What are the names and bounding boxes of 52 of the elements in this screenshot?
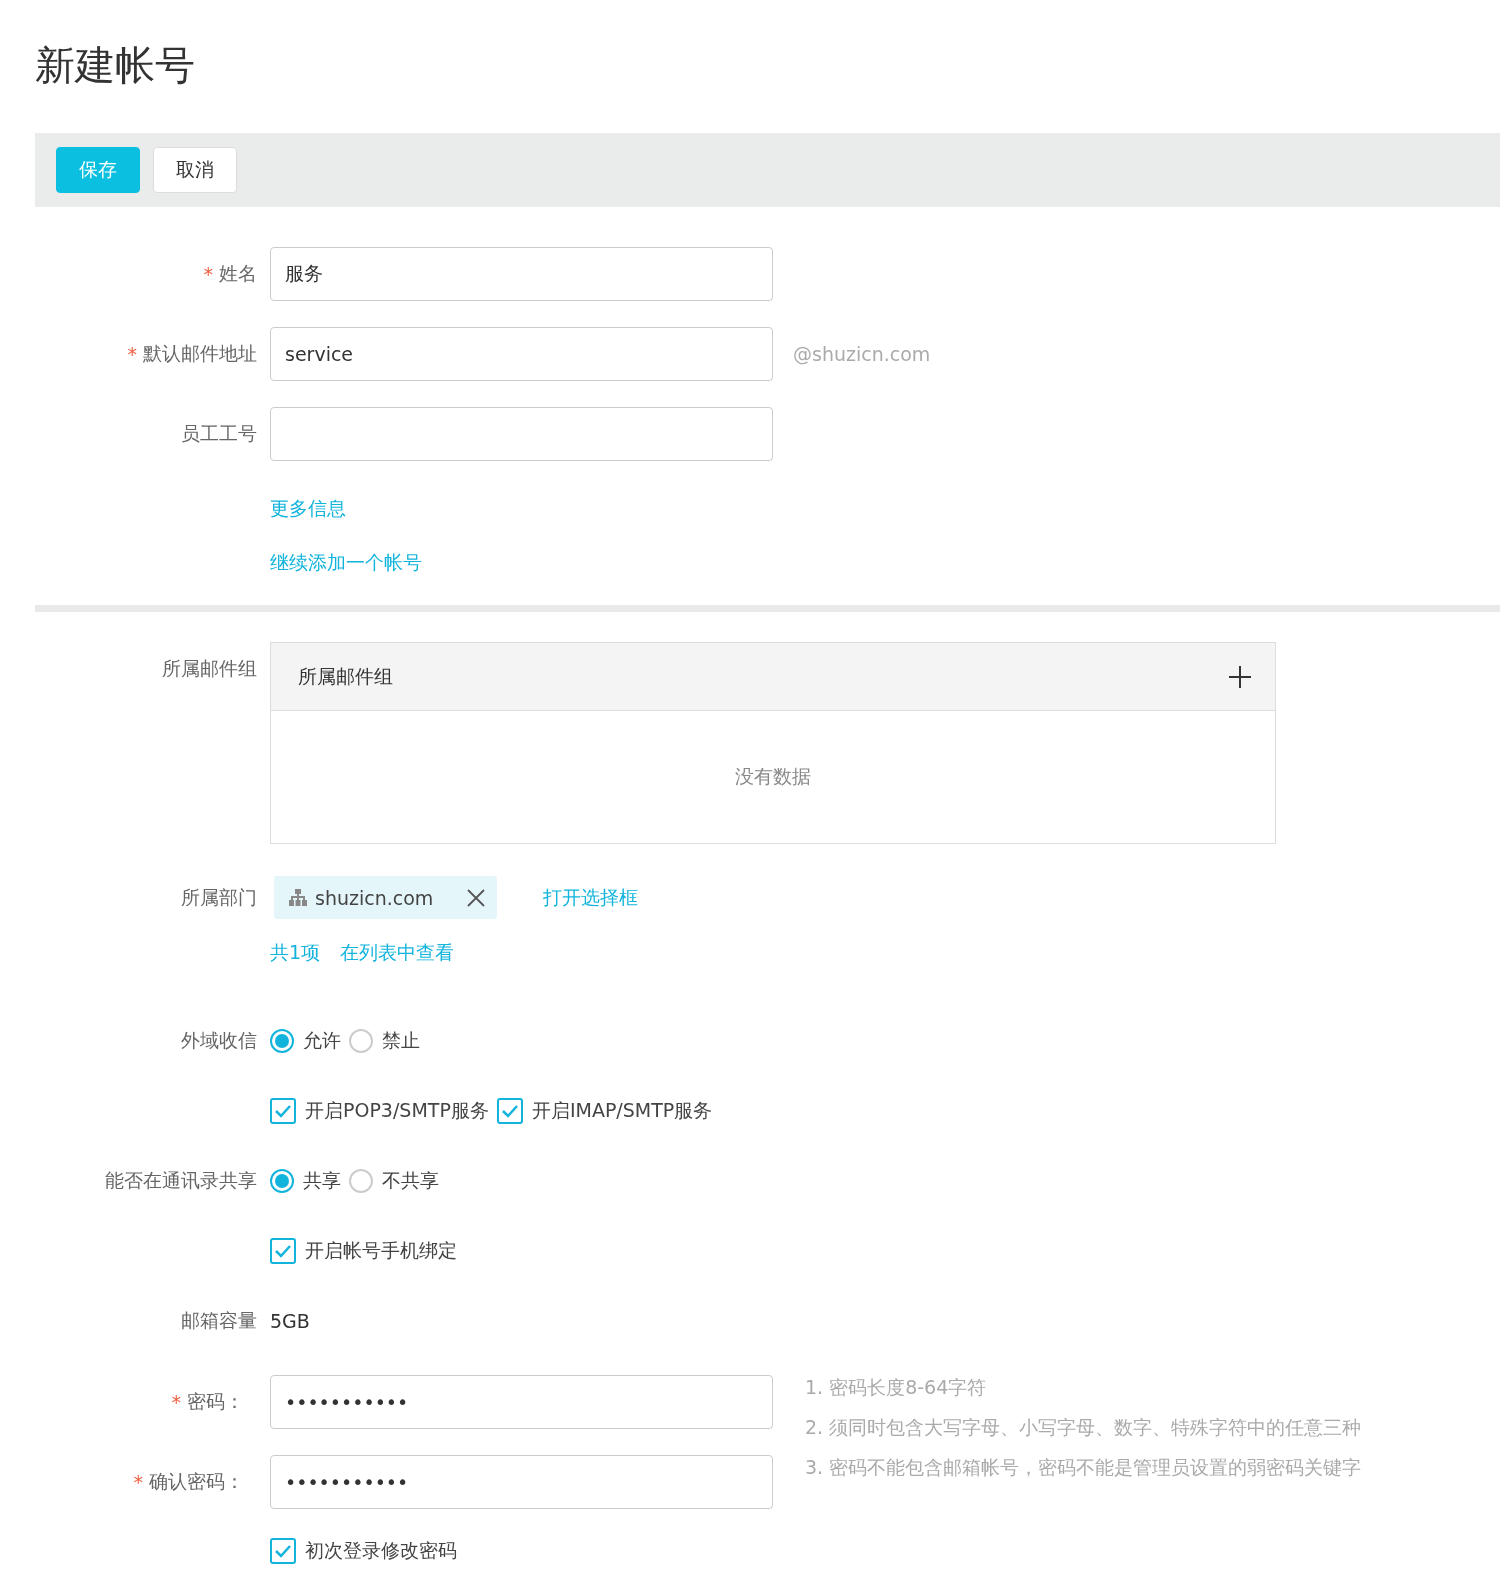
radio-option[interactable]: 不共享 (349, 1168, 439, 1194)
password-rule: 1. 密码长度8-64字符 (805, 1375, 988, 1400)
checkbox-option[interactable]: 开启POP3/SMTP服务 (270, 1098, 489, 1124)
radio-button[interactable] (349, 1029, 373, 1053)
field-label: 姓名 (219, 261, 257, 286)
checkbox[interactable] (270, 1538, 296, 1564)
field-label: 员工工号 (181, 421, 257, 446)
checkbox[interactable] (270, 1098, 296, 1124)
checkbox[interactable] (496, 1098, 523, 1124)
checkbox-option[interactable]: 开启IMAP/SMTP服务 (496, 1098, 713, 1124)
panel-title: 所属邮件组 (298, 663, 393, 689)
check-icon (274, 1544, 292, 1558)
field-label: 确认密码： (149, 1469, 244, 1494)
radio-button[interactable] (270, 1169, 294, 1193)
checkbox[interactable] (270, 1238, 296, 1264)
required-mark: * (127, 343, 137, 365)
field-label: 邮箱容量 (181, 1308, 257, 1333)
tag-label: shuzicn.com (315, 886, 434, 909)
radio-option[interactable]: 禁止 (349, 1028, 420, 1054)
field-label: 密码： (187, 1389, 244, 1414)
check-icon (274, 1244, 292, 1258)
check-icon (274, 1104, 292, 1118)
cancel-button[interactable]: 取消 (153, 147, 237, 193)
check-icon (500, 1104, 519, 1118)
checkbox-option[interactable]: 开启帐号手机绑定 (270, 1238, 457, 1264)
input-field[interactable] (270, 407, 773, 461)
domain-suffix: @shuzicn.com (793, 343, 931, 365)
radio-button[interactable] (270, 1029, 294, 1053)
close-icon[interactable] (467, 888, 486, 907)
field-label: 所属邮件组 (162, 656, 257, 681)
field-label: 外域收信 (181, 1028, 257, 1053)
password-field[interactable]: ••••••••••• (270, 1455, 773, 1509)
password-rule: 3. 密码不能包含邮箱帐号，密码不能是管理员设置的弱密码关键字 (805, 1455, 1362, 1480)
radio-button[interactable] (349, 1169, 373, 1193)
radio-option[interactable]: 允许 (270, 1028, 341, 1054)
org-chart-icon (289, 889, 307, 906)
quota-value: 5GB (270, 1310, 310, 1332)
radio-option[interactable]: 共享 (270, 1168, 341, 1194)
password-rule: 2. 须同时包含大写字母、小写字母、数字、特殊字符中的任意三种 (805, 1415, 1362, 1440)
required-mark: * (171, 1391, 181, 1413)
checkbox-option[interactable]: 初次登录修改密码 (270, 1538, 457, 1564)
required-mark: * (133, 1471, 143, 1493)
field-label: 默认邮件地址 (143, 341, 257, 366)
add-icon[interactable] (1229, 665, 1251, 688)
page-title: 新建帐号 (35, 41, 196, 90)
input-field[interactable]: 服务 (270, 247, 773, 301)
password-field[interactable]: ••••••••••• (270, 1375, 773, 1429)
required-mark: * (203, 263, 213, 285)
field-label: 所属部门 (181, 884, 257, 910)
input-field[interactable]: service (270, 327, 773, 381)
empty-message: 没有数据 (735, 764, 811, 789)
field-label: 能否在通讯录共享 (105, 1168, 257, 1193)
